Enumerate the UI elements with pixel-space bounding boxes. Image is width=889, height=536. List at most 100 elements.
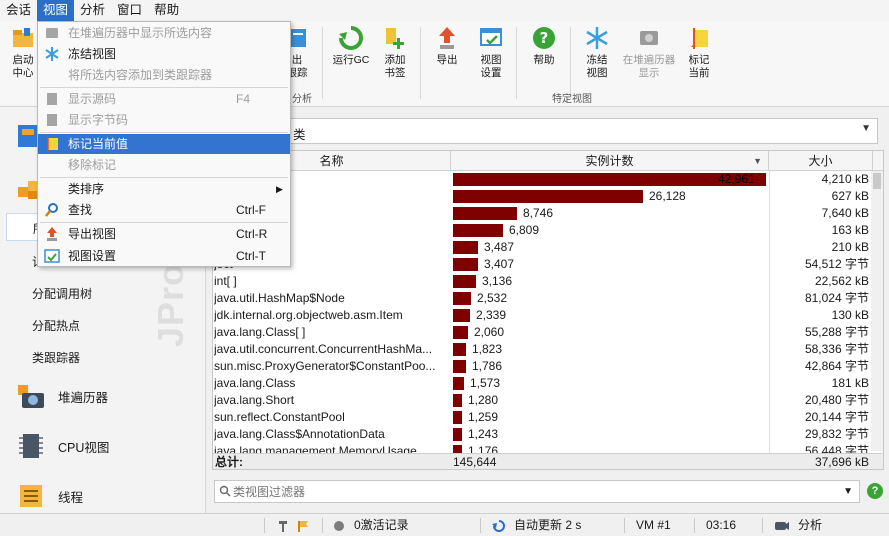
aggregation-level-select[interactable]: 类 ▼ (212, 118, 878, 144)
column-header-instance-count[interactable]: 实例计数 ▼ (451, 151, 769, 171)
view-settings-button[interactable]: 视图 设置 (468, 23, 514, 85)
start-center-label: 启动 中心 (12, 54, 34, 79)
menu-item-add-to-class-tracker[interactable]: 将所选内容添加到类跟踪器 (38, 65, 290, 85)
table-row[interactable]: int[ ] 3,136 22,562 kB (213, 273, 873, 290)
size-cell: 210 kB (769, 239, 873, 256)
menu-item-sort-classes[interactable]: 类排序 ▶ (38, 179, 290, 199)
menu-item-show-in-heap-walker[interactable]: 在堆遍历器中显示所选内容 (38, 23, 290, 43)
table-row[interactable]: java.lang.Class 1,573 181 kB (213, 375, 873, 392)
toolbar-separator (570, 27, 571, 99)
table-row[interactable]: java.util.HashMap$Node 2,532 81,024 字节 (213, 290, 873, 307)
table-row[interactable]: java.lang.Class$AnnotationData 1,243 29,83… (213, 426, 873, 443)
instance-count-cell: 1,573 (451, 375, 768, 392)
menu-item-remove-mark[interactable]: 移除标记 (38, 155, 290, 175)
source-icon (47, 93, 57, 105)
table-row[interactable]: ngBuilder6,809163 kB (213, 222, 873, 239)
table-row[interactable]: ng26,128627 kB (213, 188, 873, 205)
table-row[interactable]: java.util.concurrent.ConcurrentHashMa...… (213, 341, 873, 358)
menu-session[interactable]: 会话 (0, 0, 37, 21)
table-row[interactable]: sun.misc.ProxyGenerator$ConstantPoo... 1,… (213, 358, 873, 375)
instance-count-value: 1,786 (472, 359, 503, 373)
view-filter-input[interactable] (233, 483, 833, 500)
export-button[interactable]: 导出 (424, 23, 470, 85)
menu-separator (40, 132, 288, 133)
sidebar-item-heap-walker[interactable]: 堆遍历器 (16, 381, 108, 411)
status-auto-update[interactable]: 自动更新 2 s (492, 514, 581, 536)
total-row: 总计: 145,644 37,696 kB (213, 453, 883, 469)
table-row[interactable]: ect[ ]3,487210 kB (213, 239, 873, 256)
instance-count-value: 1,243 (468, 427, 499, 441)
menu-analysis[interactable]: 分析 (74, 0, 111, 21)
heap-walker-icon (46, 28, 58, 38)
run-gc-button[interactable]: 运行GC (328, 23, 374, 85)
table-row[interactable]: jdk.internal.org.objectweb.asm.Item 2,339… (213, 307, 873, 324)
menu-help[interactable]: 帮助 (148, 0, 185, 21)
status-recordings[interactable]: 0激活记录 (334, 514, 409, 536)
menu-view[interactable]: 视图 (37, 0, 75, 21)
menu-window[interactable]: 窗口 (111, 0, 148, 21)
help-icon[interactable]: ? (867, 483, 883, 499)
menu-item-label: 视图设置 (68, 249, 117, 263)
recycle-icon (339, 26, 363, 50)
table-row[interactable]: 42,961 4,210 kB (213, 171, 873, 188)
table-row[interactable]: 8,746 7,640 kB (213, 205, 873, 222)
instance-count-cell: 1,259 (451, 409, 768, 426)
menu-item-show-bytecode[interactable]: 显示字节码 (38, 110, 290, 130)
vertical-scrollbar[interactable] (871, 171, 883, 451)
size-cell: 54,512 字节 (769, 256, 873, 273)
export-icon (47, 227, 57, 241)
menu-item-freeze-view[interactable]: 冻结视图 (38, 44, 290, 64)
elapsed-time: 03:16 (706, 518, 737, 532)
table-row[interactable]: java.lang.Short 1,280 20,480 字节 (213, 392, 873, 409)
menu-item-mark-current-values[interactable]: 标记当前值 (38, 134, 290, 154)
help-button[interactable]: ? 帮助 (521, 23, 567, 85)
column-header-size[interactable]: 大小 (769, 151, 873, 171)
instance-count-bar (453, 190, 643, 203)
toolbar-group-analysis: 分析 (292, 94, 312, 105)
toolbar-separator (322, 27, 323, 99)
instance-count-value: 2,060 (474, 325, 505, 339)
view-settings-icon (480, 28, 502, 46)
menu-item-shortcut: Ctrl-R (236, 227, 268, 241)
export-label: 导出 (436, 54, 458, 66)
freeze-button[interactable]: 冻结 视图 (574, 23, 620, 85)
sidebar-item-allocation-hotspots[interactable]: 分配热点 (32, 317, 80, 334)
submenu-arrow-icon: ▶ (276, 184, 283, 194)
mark-current-button[interactable]: 标记 当前 (676, 23, 722, 85)
scrollbar-thumb[interactable] (873, 173, 881, 189)
instance-count-value: 6,809 (509, 223, 540, 237)
chevron-down-icon[interactable]: ▼ (843, 486, 853, 497)
status-analysis[interactable]: 分析 (774, 514, 822, 536)
show-in-heap-button[interactable]: 在堆遍历器 显示 (618, 23, 680, 85)
instance-count-cell: 1,280 (451, 392, 768, 409)
status-tools[interactable] (276, 514, 310, 536)
menu-item-show-source[interactable]: 显示源码 F4 (38, 89, 290, 109)
instance-count-value: 1,823 (472, 342, 503, 356)
instance-count-bar (453, 207, 517, 220)
status-separator (480, 518, 481, 533)
status-separator (322, 518, 323, 533)
toolbar-separator (420, 27, 421, 99)
menu-item-export-view[interactable]: 导出视图 Ctrl-R (38, 224, 290, 244)
sidebar-item-allocation-tree[interactable]: 分配调用树 (32, 285, 92, 302)
table-row[interactable]: sun.reflect.ConstantPool 1,259 20,144 字节 (213, 409, 873, 426)
size-cell: 20,480 字节 (769, 392, 873, 409)
table-row[interactable]: java.lang.Class[ ] 2,060 55,288 字节 (213, 324, 873, 341)
class-name-cell: java.lang.Class (214, 376, 296, 390)
add-bookmark-button[interactable]: 添加 书签 (372, 23, 418, 85)
size-cell: 627 kB (769, 188, 873, 205)
menu-item-label: 显示字节码 (68, 113, 129, 127)
menu-item-view-settings[interactable]: 视图设置 Ctrl-T (38, 246, 290, 266)
threads-icon (20, 485, 42, 507)
menu-item-find[interactable]: 查找 Ctrl-F (38, 200, 290, 220)
instance-count-bar (453, 343, 466, 356)
menu-item-label: 显示源码 (68, 92, 117, 106)
instance-count-cell: 1,786 (451, 358, 768, 375)
sidebar-item-threads[interactable]: 线程 (16, 481, 83, 511)
table-row[interactable]: ject3,40754,512 字节 (213, 256, 873, 273)
sidebar-item-class-tracker[interactable]: 类跟踪器 (32, 349, 80, 366)
size-cell: 22,562 kB (769, 273, 873, 290)
column-header-instance-count-label: 实例计数 (585, 154, 634, 168)
instance-count-bar (453, 360, 466, 373)
sidebar-item-cpu-views[interactable]: CPU视图 (16, 431, 109, 461)
